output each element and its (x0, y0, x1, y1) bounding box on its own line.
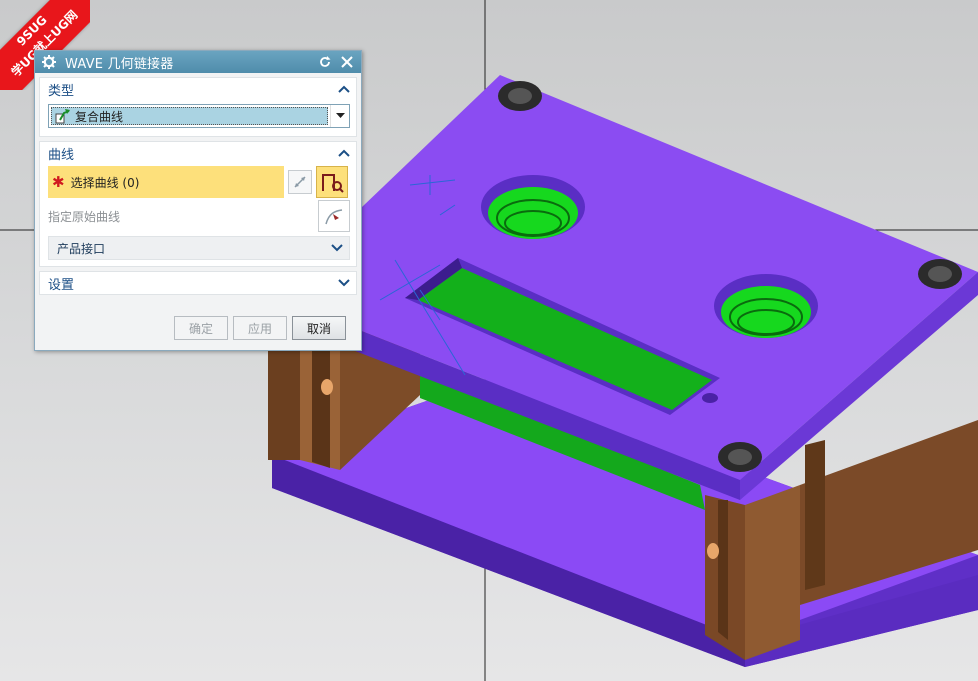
chevron-up-icon[interactable] (338, 83, 350, 95)
composite-curve-icon (55, 108, 71, 124)
ok-button[interactable]: 确定 (174, 316, 228, 340)
chevron-up-icon[interactable] (338, 147, 350, 159)
settings-section-header[interactable]: 设置 (40, 272, 356, 294)
product-interface-section[interactable]: 产品接口 (48, 236, 350, 260)
chevron-down-icon[interactable] (331, 242, 343, 254)
select-curve-field[interactable]: ✱ 选择曲线 (0) (48, 166, 284, 198)
threaded-hole-1 (481, 175, 585, 239)
type-section-header[interactable]: 类型 (40, 78, 356, 100)
type-section-title: 类型 (48, 83, 75, 99)
settings-section-title: 设置 (48, 277, 75, 293)
specify-original-curve-button[interactable] (318, 200, 350, 232)
type-dropdown[interactable]: 复合曲线 (48, 104, 350, 128)
curve-rule-icon[interactable] (316, 166, 348, 198)
dialog-titlebar[interactable]: WAVE 几何链接器 (35, 51, 361, 73)
chevron-down-icon[interactable] (338, 277, 350, 289)
screw-hole-right (707, 543, 719, 559)
wave-geometry-linker-dialog: WAVE 几何链接器 类型 复合曲线 曲线 ✱ 选择曲线 (0) 指定原始曲线 … (34, 50, 362, 351)
product-interface-label: 产品接口 (57, 241, 106, 256)
required-marker: ✱ (52, 173, 65, 191)
curve-section-header[interactable]: 曲线 (40, 142, 356, 164)
original-curve-label: 指定原始曲线 (48, 209, 121, 224)
screw-hole-left (321, 379, 333, 395)
curve-section: 曲线 ✱ 选择曲线 (0) 指定原始曲线 产品接口 (39, 141, 357, 267)
curve-section-title: 曲线 (48, 147, 75, 163)
apply-button[interactable]: 应用 (233, 316, 287, 340)
dropdown-arrow-icon[interactable] (330, 105, 349, 127)
type-selected-value: 复合曲线 (75, 109, 124, 124)
reverse-direction-button[interactable] (288, 170, 312, 194)
threaded-hole-2 (714, 274, 818, 338)
dialog-title: WAVE 几何链接器 (65, 56, 174, 72)
gear-icon[interactable] (41, 54, 57, 70)
select-curve-label: 选择曲线 (0) (70, 175, 140, 190)
cancel-button[interactable]: 取消 (292, 316, 346, 340)
type-section: 类型 复合曲线 (39, 77, 357, 137)
settings-section: 设置 (39, 271, 357, 295)
reset-icon[interactable] (317, 54, 333, 70)
close-icon[interactable] (339, 54, 355, 70)
